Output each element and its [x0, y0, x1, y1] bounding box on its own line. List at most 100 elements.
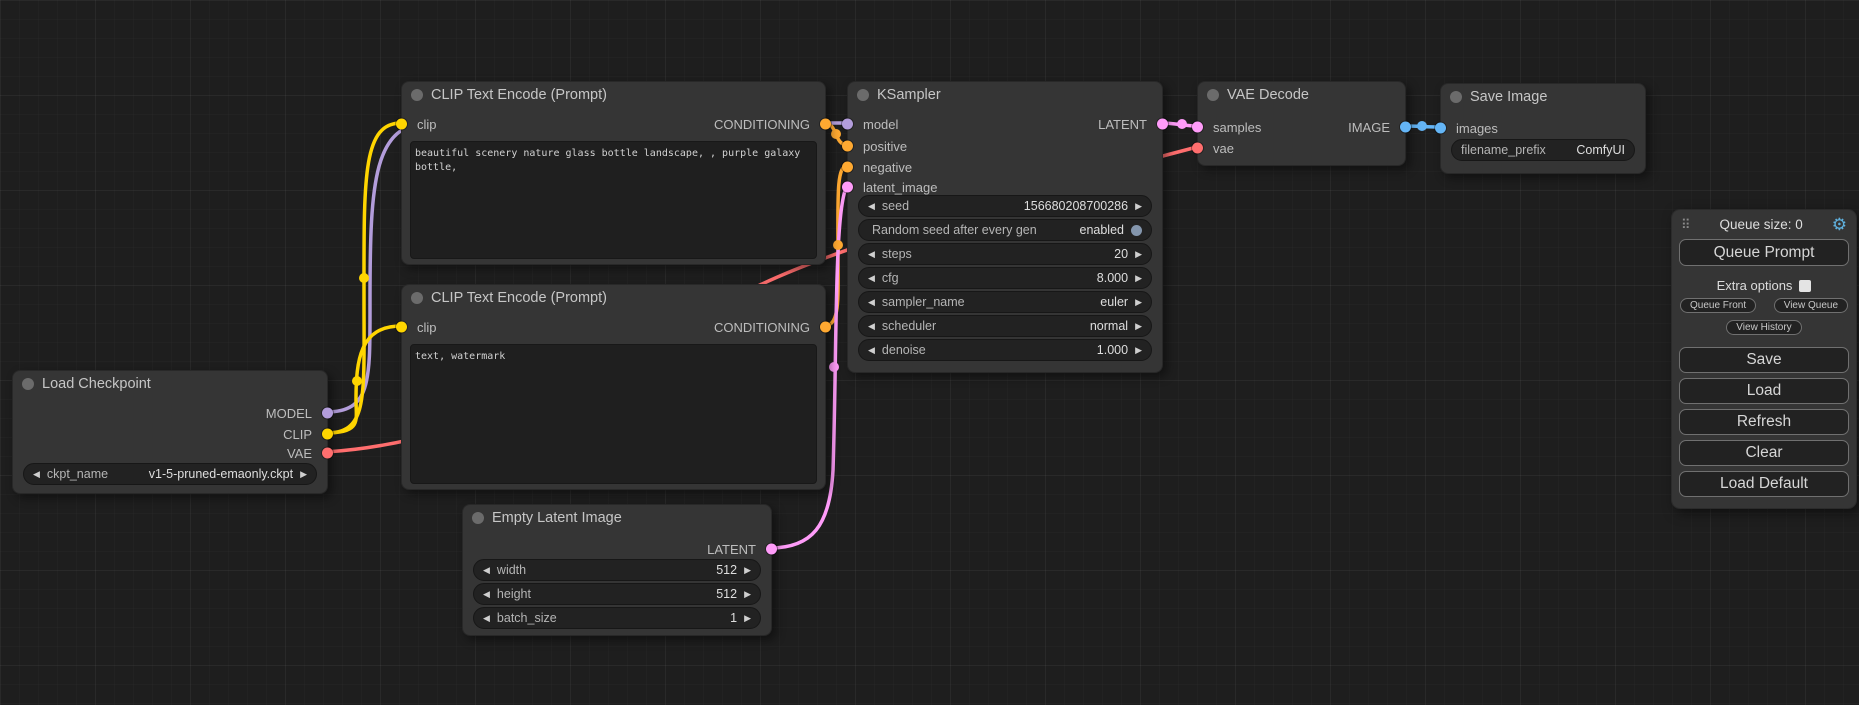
widget-name: steps: [882, 247, 912, 261]
node-graph-canvas[interactable]: Load Checkpoint MODEL CLIP VAE ◀ ckpt_na…: [0, 0, 1859, 705]
node-title-bar[interactable]: CLIP Text Encode (Prompt): [402, 285, 825, 311]
slot-dot-conditioning[interactable]: [820, 119, 831, 130]
widget-name: Random seed after every gen: [872, 223, 1037, 237]
collapse-dot-icon[interactable]: [1450, 91, 1462, 103]
node-title-bar[interactable]: KSampler: [848, 82, 1162, 108]
increment-arrow-icon[interactable]: ▶: [1135, 345, 1142, 356]
widget-batch-size[interactable]: ◀ batch_size 1 ▶: [473, 607, 761, 629]
node-clip-text-encode-positive[interactable]: CLIP Text Encode (Prompt) clip CONDITION…: [401, 81, 826, 265]
slot-label: CONDITIONING: [714, 320, 810, 335]
slot-label: IMAGE: [1348, 120, 1390, 135]
view-history-button[interactable]: View History: [1726, 320, 1801, 335]
node-save-image[interactable]: Save Image images filename_prefix ComfyU…: [1440, 83, 1646, 174]
collapse-dot-icon[interactable]: [411, 89, 423, 101]
increment-arrow-icon[interactable]: ▶: [1135, 249, 1142, 260]
collapse-dot-icon[interactable]: [411, 292, 423, 304]
decrement-arrow-icon[interactable]: ◀: [868, 249, 875, 260]
slot-label: LATENT: [707, 542, 756, 557]
slot-dot-image[interactable]: [1400, 122, 1411, 133]
clear-button[interactable]: Clear: [1679, 440, 1849, 466]
settings-gear-icon[interactable]: ⚙: [1832, 216, 1847, 233]
input-slot-negative: negative: [848, 157, 1162, 177]
slot-dot-conditioning[interactable]: [820, 322, 831, 333]
widget-sampler-name[interactable]: ◀ sampler_name euler ▶: [858, 291, 1152, 313]
slot-dot-image[interactable]: [1435, 123, 1446, 134]
node-vae-decode[interactable]: VAE Decode samples IMAGE vae: [1197, 81, 1406, 166]
increment-arrow-icon[interactable]: ▶: [1135, 321, 1142, 332]
slot-dot-latent[interactable]: [842, 182, 853, 193]
increment-arrow-icon[interactable]: ▶: [1135, 201, 1142, 212]
collapse-dot-icon[interactable]: [472, 512, 484, 524]
widget-seed[interactable]: ◀ seed 156680208700286 ▶: [858, 195, 1152, 217]
increment-arrow-icon[interactable]: ▶: [1135, 273, 1142, 284]
refresh-button[interactable]: Refresh: [1679, 409, 1849, 435]
decrement-arrow-icon[interactable]: ◀: [33, 469, 40, 480]
increment-arrow-icon[interactable]: ▶: [744, 565, 751, 576]
decrement-arrow-icon[interactable]: ◀: [868, 297, 875, 308]
slot-dot-vae[interactable]: [1192, 143, 1203, 154]
node-empty-latent-image[interactable]: Empty Latent Image LATENT ◀ width 512 ▶ …: [462, 504, 772, 636]
slot-dot-conditioning[interactable]: [842, 162, 853, 173]
decrement-arrow-icon[interactable]: ◀: [483, 589, 490, 600]
widget-random-seed-toggle[interactable]: Random seed after every gen enabled: [858, 219, 1152, 241]
node-load-checkpoint[interactable]: Load Checkpoint MODEL CLIP VAE ◀ ckpt_na…: [12, 370, 328, 494]
save-button[interactable]: Save: [1679, 347, 1849, 373]
widget-value: 512: [716, 563, 737, 577]
decrement-arrow-icon[interactable]: ◀: [868, 345, 875, 356]
node-title-bar[interactable]: VAE Decode: [1198, 82, 1405, 108]
widget-name: seed: [882, 199, 909, 213]
toggle-dot-icon[interactable]: [1131, 225, 1142, 236]
node-title-bar[interactable]: Load Checkpoint: [13, 371, 327, 397]
widget-filename-prefix[interactable]: filename_prefix ComfyUI: [1451, 139, 1635, 161]
widget-name: filename_prefix: [1461, 143, 1546, 157]
input-slot-images: images: [1441, 118, 1645, 138]
increment-arrow-icon[interactable]: ▶: [1135, 297, 1142, 308]
positive-prompt-textarea[interactable]: beautiful scenery nature glass bottle la…: [410, 141, 817, 259]
collapse-dot-icon[interactable]: [22, 378, 34, 390]
slot-dot-clip[interactable]: [322, 429, 333, 440]
decrement-arrow-icon[interactable]: ◀: [868, 321, 875, 332]
widget-steps[interactable]: ◀ steps 20 ▶: [858, 243, 1152, 265]
collapse-dot-icon[interactable]: [857, 89, 869, 101]
load-default-button[interactable]: Load Default: [1679, 471, 1849, 497]
decrement-arrow-icon[interactable]: ◀: [868, 273, 875, 284]
queue-prompt-button[interactable]: Queue Prompt: [1679, 239, 1849, 266]
decrement-arrow-icon[interactable]: ◀: [483, 613, 490, 624]
increment-arrow-icon[interactable]: ▶: [744, 613, 751, 624]
extra-options-checkbox[interactable]: [1799, 280, 1811, 292]
output-slot-clip: CLIP: [13, 424, 327, 444]
view-queue-button[interactable]: View Queue: [1774, 298, 1848, 313]
link-dot: [833, 240, 843, 250]
negative-prompt-textarea[interactable]: text, watermark: [410, 344, 817, 484]
node-clip-text-encode-negative[interactable]: CLIP Text Encode (Prompt) clip CONDITION…: [401, 284, 826, 490]
node-ksampler[interactable]: KSampler model LATENT positive negative …: [847, 81, 1163, 373]
link-dot: [359, 273, 369, 283]
widget-scheduler[interactable]: ◀ scheduler normal ▶: [858, 315, 1152, 337]
output-slot-latent: LATENT: [463, 539, 771, 559]
load-button[interactable]: Load: [1679, 378, 1849, 404]
widget-width[interactable]: ◀ width 512 ▶: [473, 559, 761, 581]
output-slot-model: MODEL: [13, 403, 327, 423]
increment-arrow-icon[interactable]: ▶: [744, 589, 751, 600]
widget-name: cfg: [882, 271, 899, 285]
increment-arrow-icon[interactable]: ▶: [300, 469, 307, 480]
widget-cfg[interactable]: ◀ cfg 8.000 ▶: [858, 267, 1152, 289]
node-title-bar[interactable]: Save Image: [1441, 84, 1645, 110]
slot-dot-model[interactable]: [322, 408, 333, 419]
slot-dot-vae[interactable]: [322, 448, 333, 459]
collapse-dot-icon[interactable]: [1207, 89, 1219, 101]
slot-dot-latent[interactable]: [766, 544, 777, 555]
link-dot: [831, 129, 841, 139]
decrement-arrow-icon[interactable]: ◀: [868, 201, 875, 212]
node-title-bar[interactable]: CLIP Text Encode (Prompt): [402, 82, 825, 108]
widget-name: batch_size: [497, 611, 557, 625]
node-title-bar[interactable]: Empty Latent Image: [463, 505, 771, 531]
widget-ckpt-name[interactable]: ◀ ckpt_name v1-5-pruned-emaonly.ckpt ▶: [23, 463, 317, 485]
decrement-arrow-icon[interactable]: ◀: [483, 565, 490, 576]
widget-height[interactable]: ◀ height 512 ▶: [473, 583, 761, 605]
slot-dot-latent[interactable]: [1157, 119, 1168, 130]
widget-denoise[interactable]: ◀ denoise 1.000 ▶: [858, 339, 1152, 361]
drag-handle-icon[interactable]: ⠿: [1681, 217, 1691, 233]
slot-dot-conditioning[interactable]: [842, 141, 853, 152]
queue-front-button[interactable]: Queue Front: [1680, 298, 1756, 313]
